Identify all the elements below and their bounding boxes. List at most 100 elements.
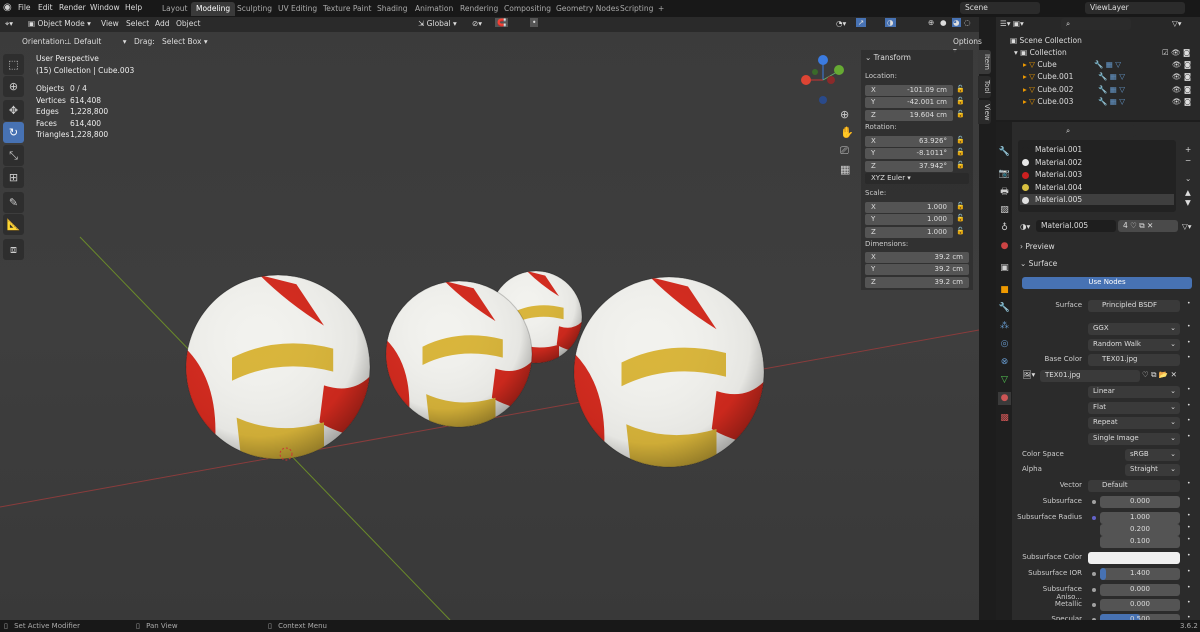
visibility-toggles[interactable]: 👁 ◙ xyxy=(1172,85,1191,94)
blender-logo-icon[interactable]: ◉ xyxy=(3,2,12,13)
add-slot-button[interactable]: + xyxy=(1185,145,1191,154)
option-dropdown[interactable]: Single Image ⌄ xyxy=(1088,433,1180,445)
surface-field[interactable]: Principled BSDF xyxy=(1088,300,1180,312)
scale-z-field[interactable]: Z 1.000 xyxy=(865,226,953,238)
scene-selector[interactable]: Scene xyxy=(960,2,1040,14)
sidebar-tab-item[interactable]: Item xyxy=(978,50,991,74)
pivot-icon[interactable]: ⊘▾ xyxy=(472,19,482,28)
subsurface-color-field[interactable] xyxy=(1088,552,1180,564)
image-browse-icon[interactable]: 🖼▾ xyxy=(1022,370,1035,379)
alpha-dropdown[interactable]: Straight ⌄ xyxy=(1125,464,1180,476)
material-slot[interactable]: Material.001 xyxy=(1020,144,1174,155)
outliner-item[interactable]: ▸ ▽ Cube.003 xyxy=(1023,97,1073,106)
add-workspace-button[interactable]: + xyxy=(653,2,669,16)
keyframe-dot-icon[interactable]: • xyxy=(1187,339,1191,346)
dimension-z-field[interactable]: Z 39.2 cm xyxy=(865,276,969,288)
location-lock-icon[interactable]: 🔓 xyxy=(956,85,965,93)
option-dropdown[interactable]: Repeat ⌄ xyxy=(1088,417,1180,429)
location-y-field[interactable]: Y -42.001 cm xyxy=(865,97,953,109)
rotation-z-field[interactable]: Z 37.942° xyxy=(865,160,953,172)
proportional-edit-icon[interactable]: • xyxy=(530,18,539,27)
material-slot[interactable]: Material.003 xyxy=(1020,169,1174,180)
material-tab-icon[interactable]: ● xyxy=(998,392,1011,405)
transform-panel-header[interactable]: ⌄ Transform xyxy=(865,53,911,62)
collection-checkbox[interactable]: ☑ 👁 ◙ xyxy=(1162,48,1190,57)
option-field[interactable]: 0.100 xyxy=(1100,536,1180,548)
move-icon[interactable]: ✥ xyxy=(3,100,24,121)
texture-tab-icon[interactable]: ▩ xyxy=(998,412,1011,425)
viewport-menu-add[interactable]: Add xyxy=(155,19,170,28)
subsurface-field[interactable]: 0.000 xyxy=(1100,496,1180,508)
sidebar-tab-tool[interactable]: Tool xyxy=(978,75,991,98)
tab-scripting[interactable]: Scripting xyxy=(615,2,658,16)
editor-type-icon[interactable]: ⌖▾ xyxy=(5,19,13,29)
scene-tab-icon[interactable]: ♁ xyxy=(998,222,1011,235)
location-x-field[interactable]: X -101.09 cm xyxy=(865,85,953,96)
socket-icon[interactable] xyxy=(1092,588,1096,592)
material-users[interactable]: 4 ♡ ⧉ ✕ xyxy=(1118,220,1178,232)
modifier-tab-icon[interactable]: 🔧 xyxy=(998,302,1011,315)
render-tab-icon[interactable]: 📷 xyxy=(998,168,1011,181)
base-color-field[interactable]: TEX01.jpg xyxy=(1088,354,1180,366)
outliner-editor-icon[interactable]: ☰▾ ▣▾ xyxy=(1000,19,1024,28)
tab-texture-paint[interactable]: Texture Paint xyxy=(318,2,376,16)
visibility-icon[interactable]: ◔▾ xyxy=(836,19,846,28)
tab-rendering[interactable]: Rendering xyxy=(455,2,503,16)
transform-icon[interactable]: ⊞ xyxy=(3,167,24,188)
keyframe-dot-icon[interactable]: • xyxy=(1187,300,1191,307)
link-dropdown-icon[interactable]: ▽▾ xyxy=(1182,222,1192,231)
viewport-menu-view[interactable]: View xyxy=(101,19,119,28)
option-dropdown[interactable]: GGX ⌄ xyxy=(1088,323,1180,335)
option-dropdown[interactable]: Flat ⌄ xyxy=(1088,402,1180,414)
tab-shading[interactable]: Shading xyxy=(372,2,412,16)
location-lock-icon[interactable]: 🔓 xyxy=(956,97,965,105)
output-tab-icon[interactable]: 🖶 xyxy=(998,186,1011,199)
collection-row[interactable]: ▾ ▣ Collection xyxy=(1014,48,1067,57)
tab-compositing[interactable]: Compositing xyxy=(499,2,556,16)
color-space-dropdown[interactable]: sRGB ⌄ xyxy=(1125,449,1180,461)
surface-panel-header[interactable]: ⌄ Surface xyxy=(1020,259,1057,268)
visibility-toggles[interactable]: 👁 ◙ xyxy=(1172,60,1191,69)
tool-tab-icon[interactable]: 🔧 xyxy=(998,146,1011,159)
menu-edit[interactable]: Edit xyxy=(38,3,53,12)
keyframe-dot-icon[interactable]: • xyxy=(1187,552,1191,559)
menu-file[interactable]: File xyxy=(18,3,31,12)
location-z-field[interactable]: Z 19.604 cm xyxy=(865,109,953,121)
snap-icon[interactable]: 🧲 xyxy=(495,18,509,27)
tab-layout[interactable]: Layout xyxy=(157,2,193,16)
move-slot-down-button[interactable]: ▼ xyxy=(1185,198,1191,207)
dimension-x-field[interactable]: X 39.2 cm xyxy=(865,252,969,263)
option-dropdown[interactable]: Linear ⌄ xyxy=(1088,386,1180,398)
scale-lock-icon[interactable]: 🔓 xyxy=(956,214,965,222)
overlay-toggle-icon[interactable]: ◑ xyxy=(885,18,896,27)
rotation-mode-dropdown[interactable]: XYZ Euler ▾ xyxy=(865,173,969,184)
material-browse-icon[interactable]: ◑▾ xyxy=(1020,222,1030,231)
orientation-dropdown[interactable]: ⇲ Global ▾ xyxy=(418,19,457,28)
keyframe-dot-icon[interactable]: • xyxy=(1187,536,1191,543)
subsurface-ior-field[interactable]: 1.400 xyxy=(1100,568,1180,580)
image-actions[interactable]: ♡ ⧉ 📂 ✕ xyxy=(1142,370,1177,380)
move-slot-up-button[interactable]: ▲ xyxy=(1185,188,1191,197)
scene-collection[interactable]: ▣ Scene Collection xyxy=(1010,36,1082,45)
menu-window[interactable]: Window xyxy=(90,3,120,12)
physics-tab-icon[interactable]: ◎ xyxy=(998,338,1011,351)
view-layer-selector[interactable]: ViewLayer xyxy=(1085,2,1185,14)
option-field[interactable]: TEX01.jpg xyxy=(1040,370,1140,382)
subsurface-aniso--field[interactable]: 0.000 xyxy=(1100,584,1180,596)
rotation-y-field[interactable]: Y -8.1011° xyxy=(865,148,953,160)
material-slot[interactable]: Material.005 xyxy=(1020,194,1174,206)
rotation-lock-icon[interactable]: 🔓 xyxy=(956,148,965,156)
material-slot[interactable]: Material.002 xyxy=(1020,157,1174,168)
keyframe-dot-icon[interactable]: • xyxy=(1187,524,1191,531)
shading-material-icon[interactable]: ◕ xyxy=(952,18,961,27)
socket-icon[interactable] xyxy=(1092,500,1096,504)
visibility-toggles[interactable]: 👁 ◙ xyxy=(1172,72,1191,81)
tab-animation[interactable]: Animation xyxy=(410,2,458,16)
data-tab-icon[interactable]: ▽ xyxy=(998,374,1011,387)
scale-lock-icon[interactable]: 🔓 xyxy=(956,202,965,210)
cursor-icon[interactable]: ⊕ xyxy=(3,76,24,97)
keyframe-dot-icon[interactable]: • xyxy=(1187,584,1191,591)
shading-rendered-icon[interactable]: ◌ xyxy=(964,18,971,27)
tab-modeling[interactable]: Modeling xyxy=(191,2,236,16)
outliner-item[interactable]: ▸ ▽ Cube.002 xyxy=(1023,85,1073,94)
